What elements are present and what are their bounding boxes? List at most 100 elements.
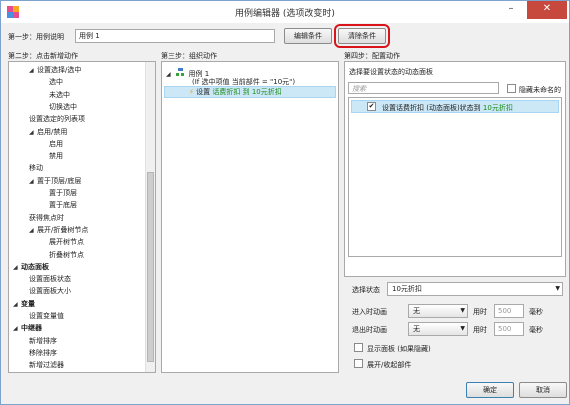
action-item[interactable]: 移除排序 bbox=[29, 348, 57, 358]
action-item[interactable]: 设置变量值 bbox=[29, 311, 64, 321]
action-item-label: 设置选定的列表项 bbox=[29, 115, 85, 124]
action-item-label: 获得焦点时 bbox=[29, 213, 64, 222]
action-item[interactable]: ◢ 置于顶层/底层 bbox=[29, 176, 81, 186]
action-item[interactable]: 启用 bbox=[49, 139, 63, 149]
push-pull-label: 展开/收起部件 bbox=[367, 361, 412, 369]
action-item[interactable]: 置于底层 bbox=[49, 200, 77, 210]
action-item-label: 设置面板状态 bbox=[29, 275, 71, 284]
select-panel-label: 选择要设置状态的动态面板 bbox=[349, 68, 433, 76]
action-item-selected[interactable]: ⚡ 设置 话费折扣 到 10元折扣 bbox=[164, 86, 336, 98]
action-item-label: 中继器 bbox=[21, 324, 42, 333]
cancel-button[interactable]: 取消 bbox=[519, 382, 567, 398]
hide-unnamed-label: 隐藏未命名的 bbox=[519, 86, 561, 94]
action-item-label: 移动 bbox=[29, 164, 43, 173]
exit-ms-label: 毫秒 bbox=[529, 326, 543, 334]
action-item-label: 设置变量值 bbox=[29, 312, 64, 320]
step2-label: 第二步：点击新增动作 bbox=[8, 52, 78, 60]
action-item-label: 置于顶层 bbox=[49, 189, 77, 197]
action-item-label: 新增过滤器 bbox=[29, 361, 64, 370]
exit-duration-label: 用时 bbox=[473, 326, 487, 334]
expand-icon[interactable]: ◢ bbox=[29, 67, 37, 74]
title-bar: 用例编辑器 (选项改变时) – ✕ bbox=[1, 1, 569, 23]
enter-duration-label: 用时 bbox=[473, 308, 487, 316]
chevron-down-icon: ▼ bbox=[460, 307, 465, 314]
lightning-icon: ⚡ bbox=[189, 88, 194, 96]
action-item[interactable]: 设置选定的列表项 bbox=[29, 114, 85, 124]
enter-ms-label: 毫秒 bbox=[529, 308, 543, 316]
actions-tree: ◢ 设置选择/选中 选中 未选中 切换选中 设置选定的列表项 ◢ 启用/禁用 启用 禁用 移动 ◢ 置于… bbox=[8, 61, 156, 373]
action-item[interactable]: ◢ 中继器 bbox=[13, 323, 42, 333]
expand-icon[interactable]: ◢ bbox=[13, 325, 21, 332]
action-item-label: 折叠树节点 bbox=[49, 250, 84, 259]
action-item[interactable]: 置于顶层 bbox=[49, 188, 77, 198]
action-item[interactable]: 获得焦点时 bbox=[29, 213, 64, 223]
action-item[interactable]: ◢ 启用/禁用 bbox=[29, 127, 67, 137]
action-item-label: 置于顶层/底层 bbox=[37, 176, 82, 185]
chevron-down-icon: ▼ bbox=[460, 325, 465, 332]
action-item-label: 置于底层 bbox=[49, 201, 77, 210]
window-title: 用例编辑器 (选项改变时) bbox=[235, 9, 335, 19]
action-item-label: 启用/禁用 bbox=[37, 127, 68, 136]
action-item[interactable]: 展开树节点 bbox=[49, 237, 84, 247]
search-input[interactable]: 搜索 bbox=[348, 82, 499, 94]
collapse-icon[interactable]: ◢ bbox=[166, 71, 174, 78]
clear-conditions-button[interactable]: 清除条件 bbox=[334, 24, 390, 48]
minimize-icon[interactable]: – bbox=[498, 1, 524, 19]
configure-action-panel: 选择要设置状态的动态面板 搜索 隐藏未命名的 ✔ 设置话费折扣 (动态面板)状态… bbox=[344, 61, 566, 277]
close-icon[interactable]: ✕ bbox=[527, 1, 567, 19]
action-item[interactable]: ◢ 动态面板 bbox=[13, 262, 49, 272]
action-item-label: 展开/折叠树节点 bbox=[37, 225, 89, 234]
action-item[interactable]: 设置面板大小 bbox=[29, 286, 71, 296]
expand-icon[interactable]: ◢ bbox=[29, 129, 37, 136]
panel-item[interactable]: ✔ 设置话费折扣 (动态面板)状态到 10元折扣 bbox=[351, 100, 559, 113]
action-item[interactable]: ◢ 设置选择/选中 bbox=[29, 65, 81, 75]
action-item[interactable]: 未选中 bbox=[49, 90, 70, 100]
ok-button[interactable]: 确定 bbox=[466, 382, 514, 398]
exit-anim-dropdown[interactable]: 无 ▼ bbox=[408, 322, 468, 336]
enter-duration-input[interactable]: 500 bbox=[494, 304, 524, 318]
show-panel-label: 显示面板 (如果隐藏) bbox=[367, 345, 431, 353]
action-item-label: 展开树节点 bbox=[49, 238, 84, 247]
action-item[interactable]: 新增排序 bbox=[29, 336, 57, 346]
select-state-label: 选择状态 bbox=[352, 286, 380, 294]
step4-label: 第四步：配置动作 bbox=[344, 52, 400, 60]
exit-anim-label: 退出时动画 bbox=[352, 326, 387, 334]
actions-scrollbar[interactable] bbox=[145, 62, 155, 372]
expand-icon[interactable]: ◢ bbox=[13, 264, 21, 271]
scrollbar-thumb[interactable] bbox=[147, 172, 154, 362]
action-item[interactable]: ◢ 变量 bbox=[13, 299, 35, 309]
action-item[interactable]: 新增过滤器 bbox=[29, 360, 64, 370]
exit-duration-input[interactable]: 500 bbox=[494, 322, 524, 336]
action-item-label: 选中 bbox=[49, 78, 63, 87]
edit-conditions-button[interactable]: 编辑条件 bbox=[284, 28, 332, 44]
action-item[interactable]: 移动 bbox=[29, 163, 43, 173]
hide-unnamed-checkbox[interactable] bbox=[507, 84, 516, 93]
action-item-label: 动态面板 bbox=[21, 262, 49, 271]
action-item[interactable]: 切换选中 bbox=[49, 102, 77, 112]
show-panel-checkbox[interactable] bbox=[354, 343, 363, 352]
panel-item-text: 设置话费折扣 (动态面板)状态到 10元折扣 bbox=[382, 104, 513, 112]
panel-item-checkbox[interactable]: ✔ bbox=[367, 102, 376, 111]
action-text: 话费折扣 到 10元折扣 bbox=[212, 88, 282, 96]
expand-icon[interactable]: ◢ bbox=[13, 301, 21, 308]
expand-icon[interactable]: ◢ bbox=[29, 227, 37, 234]
case-name-input[interactable]: 用例 1 bbox=[75, 29, 275, 43]
enter-anim-label: 进入时动画 bbox=[352, 308, 387, 316]
case-tree-icon bbox=[176, 68, 186, 76]
action-item[interactable]: 设置面板状态 bbox=[29, 274, 71, 284]
action-item[interactable]: 禁用 bbox=[49, 151, 63, 161]
push-pull-checkbox[interactable] bbox=[354, 359, 363, 368]
action-item-label: 切换选中 bbox=[49, 102, 77, 111]
action-item[interactable]: ◢ 展开/折叠树节点 bbox=[29, 225, 88, 235]
action-item[interactable]: 选中 bbox=[49, 77, 63, 87]
action-item-label: 设置面板大小 bbox=[29, 287, 71, 296]
select-state-dropdown[interactable]: 10元折扣 ▼ bbox=[387, 282, 563, 296]
action-item-label: 设置选择/选中 bbox=[37, 66, 82, 74]
action-item-label: 移除排序 bbox=[29, 348, 57, 357]
action-item[interactable]: 折叠树节点 bbox=[49, 250, 84, 260]
organize-actions-panel: ◢ 用例 1 (If 选中项值 当前部件 = "10元") ⚡ 设置 话费折扣 … bbox=[161, 61, 339, 373]
enter-anim-dropdown[interactable]: 无 ▼ bbox=[408, 304, 468, 318]
expand-icon[interactable]: ◢ bbox=[29, 178, 37, 185]
step1-label: 第一步：用例说明 bbox=[8, 33, 64, 41]
enter-anim-value: 无 bbox=[413, 307, 420, 315]
